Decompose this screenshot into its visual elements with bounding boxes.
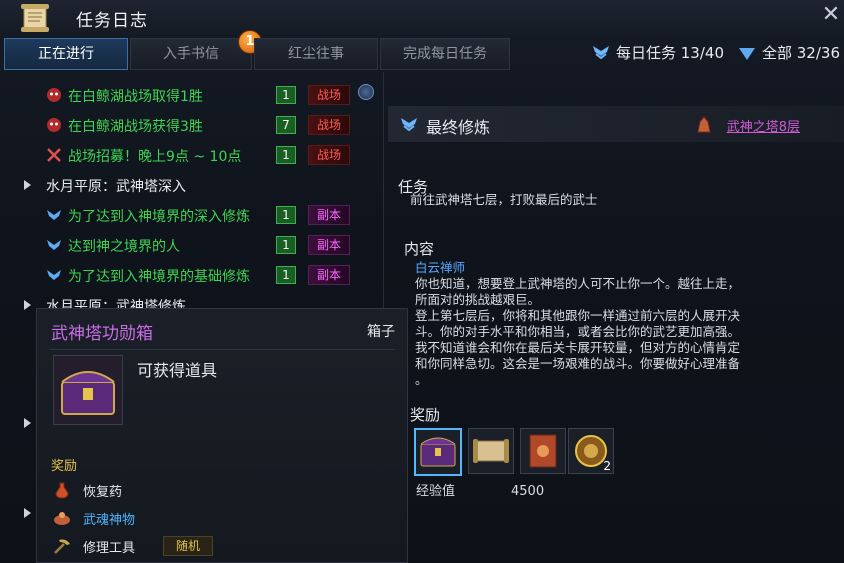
quest-group-title: 水月平原：武神塔深入	[46, 179, 186, 195]
reward-slot[interactable]	[520, 428, 566, 474]
quest-level: 1	[276, 86, 296, 104]
quest-level: 1	[276, 206, 296, 224]
tooltip-item-label: 修理工具	[83, 541, 136, 556]
quest-title: 在白鲸湖战场取得1胜	[68, 89, 203, 105]
pickaxe-icon	[54, 539, 70, 554]
tab-letters[interactable]: 入手书信	[130, 38, 252, 70]
window-title: 任务日志	[76, 11, 148, 31]
scroll-icon	[473, 439, 509, 463]
quest-type: 战场	[308, 145, 350, 165]
quest-row[interactable]: 在白鲸湖战场取得1胜 1 战场	[4, 82, 382, 108]
treasure-chest-icon	[61, 371, 115, 415]
title-bar: 任务日志 ✕	[0, 0, 844, 38]
quest-type: 副本	[308, 205, 350, 225]
tab-in-progress[interactable]: 正在进行	[4, 38, 128, 70]
tooltip-divider	[49, 349, 395, 350]
tab-daily-complete[interactable]: 完成每日任务	[380, 38, 510, 70]
reward-slot[interactable]	[468, 428, 514, 474]
expand-arrow-icon[interactable]	[24, 418, 31, 428]
battle-mask-icon	[47, 118, 61, 132]
quest-type: 副本	[308, 235, 350, 255]
scroll-up-button[interactable]	[358, 84, 374, 100]
exp-value: 4500	[511, 484, 545, 499]
content-heading: 内容	[404, 240, 435, 258]
quest-level: 7	[276, 116, 296, 134]
content-line: 斗。你的对手水平和你相当，或者会比你的武艺更加高强。	[415, 324, 741, 339]
crossed-swords-icon	[47, 148, 61, 162]
potion-icon	[55, 482, 69, 499]
random-tag: 随机	[163, 536, 213, 556]
content-line: 所面对的挑战越艰巨。	[415, 292, 541, 307]
speaker-name: 白云禅师	[415, 260, 466, 275]
tooltip-kind: 箱子	[367, 324, 395, 340]
content-line: 。	[415, 372, 428, 387]
tooltip-item-image	[53, 355, 123, 425]
reward-count: 2	[603, 459, 611, 473]
tooltip-subtitle: 可获得道具	[137, 361, 218, 380]
tooltip-reward-heading: 奖励	[51, 459, 78, 474]
exp-label: 经验值	[416, 484, 456, 499]
content-line: 你也知道，想要登上武神塔的人可不止你一个。越往上走，	[415, 276, 741, 291]
quest-type: 副本	[308, 265, 350, 285]
quest-title: 达到神之境界的人	[68, 239, 180, 255]
quest-type: 战场	[308, 115, 350, 135]
quest-level: 1	[276, 236, 296, 254]
expand-arrow-icon[interactable]	[24, 508, 31, 518]
quest-title: 为了达到入神境界的深入修炼	[68, 209, 250, 225]
daily-quest-count: 每日任务 13/40	[616, 44, 724, 62]
battle-mask-icon	[47, 88, 61, 102]
tab-past-events[interactable]: 红尘往事	[254, 38, 378, 70]
expand-arrow-icon[interactable]	[24, 180, 31, 190]
blue-chevron-icon	[47, 210, 61, 220]
quest-row[interactable]: 战场招募！晚上9点 ~ 10点 1 战场	[4, 142, 382, 168]
quest-title: 在白鲸湖战场获得3胜	[68, 119, 203, 135]
quest-title: 战场招募！晚上9点 ~ 10点	[68, 149, 242, 165]
blue-chevron-icon	[47, 270, 61, 280]
content-line: 我不知道谁会和你在最后关卡展开较量，但对方的心情肯定	[415, 340, 741, 355]
tooltip-item-label: 武魂神物	[83, 513, 136, 528]
reward-heading: 奖励	[410, 406, 441, 424]
task-text: 前往武神塔七层，打败最后的武士	[410, 192, 598, 207]
daily-quest-icon	[593, 46, 609, 60]
quest-type: 战场	[308, 85, 350, 105]
quest-level: 1	[276, 266, 296, 284]
tooltip-title: 武神塔功勋箱	[51, 324, 153, 344]
close-icon[interactable]: ✕	[820, 4, 842, 26]
scroll-logo-icon	[21, 4, 49, 32]
quest-level: 1	[276, 146, 296, 164]
quest-group[interactable]: 水月平原：武神塔深入	[4, 172, 382, 198]
all-quest-count: 全部 32/36	[762, 44, 840, 62]
blue-chevron-icon	[47, 240, 61, 250]
reward-slot[interactable]	[414, 428, 462, 476]
quest-title: 为了达到入神境界的基础修炼	[68, 269, 250, 285]
quest-row[interactable]: 为了达到入神境界的基础修炼 1 副本	[4, 262, 382, 288]
quest-detail-title: 最终修炼	[426, 118, 491, 137]
quest-row[interactable]: 为了达到入神境界的深入修炼 1 副本	[4, 202, 382, 228]
quest-row[interactable]: 在白鲸湖战场获得3胜 7 战场	[4, 112, 382, 138]
treasure-chest-icon	[420, 437, 456, 467]
content-line: 登上第七层后，你将和其他跟你一样通过前六层的人展开决	[415, 308, 741, 323]
item-tooltip: 武神塔功勋箱 箱子 可获得道具 奖励 恢复药 武魂神物 修理工具 随机	[36, 308, 408, 563]
all-quest-icon	[739, 48, 755, 60]
blue-chevron-icon	[401, 118, 417, 132]
quest-detail: 最终修炼 武神之塔8层 任务 前往武神塔七层，打败最后的武士 内容 白云禅师 你…	[388, 72, 844, 561]
book-icon	[529, 434, 557, 468]
quest-log-window: 任务日志 ✕ 正在进行 入手书信 1 红尘往事 完成每日任务 每日任务 13/4…	[0, 0, 844, 563]
quest-row[interactable]: 达到神之境界的人 1 副本	[4, 232, 382, 258]
content-line: 和你同样急切。这会是一场艰难的战斗。你要做好心理准备	[415, 356, 741, 371]
location-link[interactable]: 武神之塔8层	[727, 116, 800, 135]
expand-arrow-icon[interactable]	[24, 300, 31, 310]
soul-item-icon	[54, 512, 70, 525]
quest-detail-header: 最终修炼 武神之塔8层	[388, 106, 844, 142]
tower-icon	[697, 116, 711, 133]
tooltip-item-label: 恢复药	[83, 485, 123, 500]
reward-slot[interactable]: 2	[568, 428, 614, 474]
